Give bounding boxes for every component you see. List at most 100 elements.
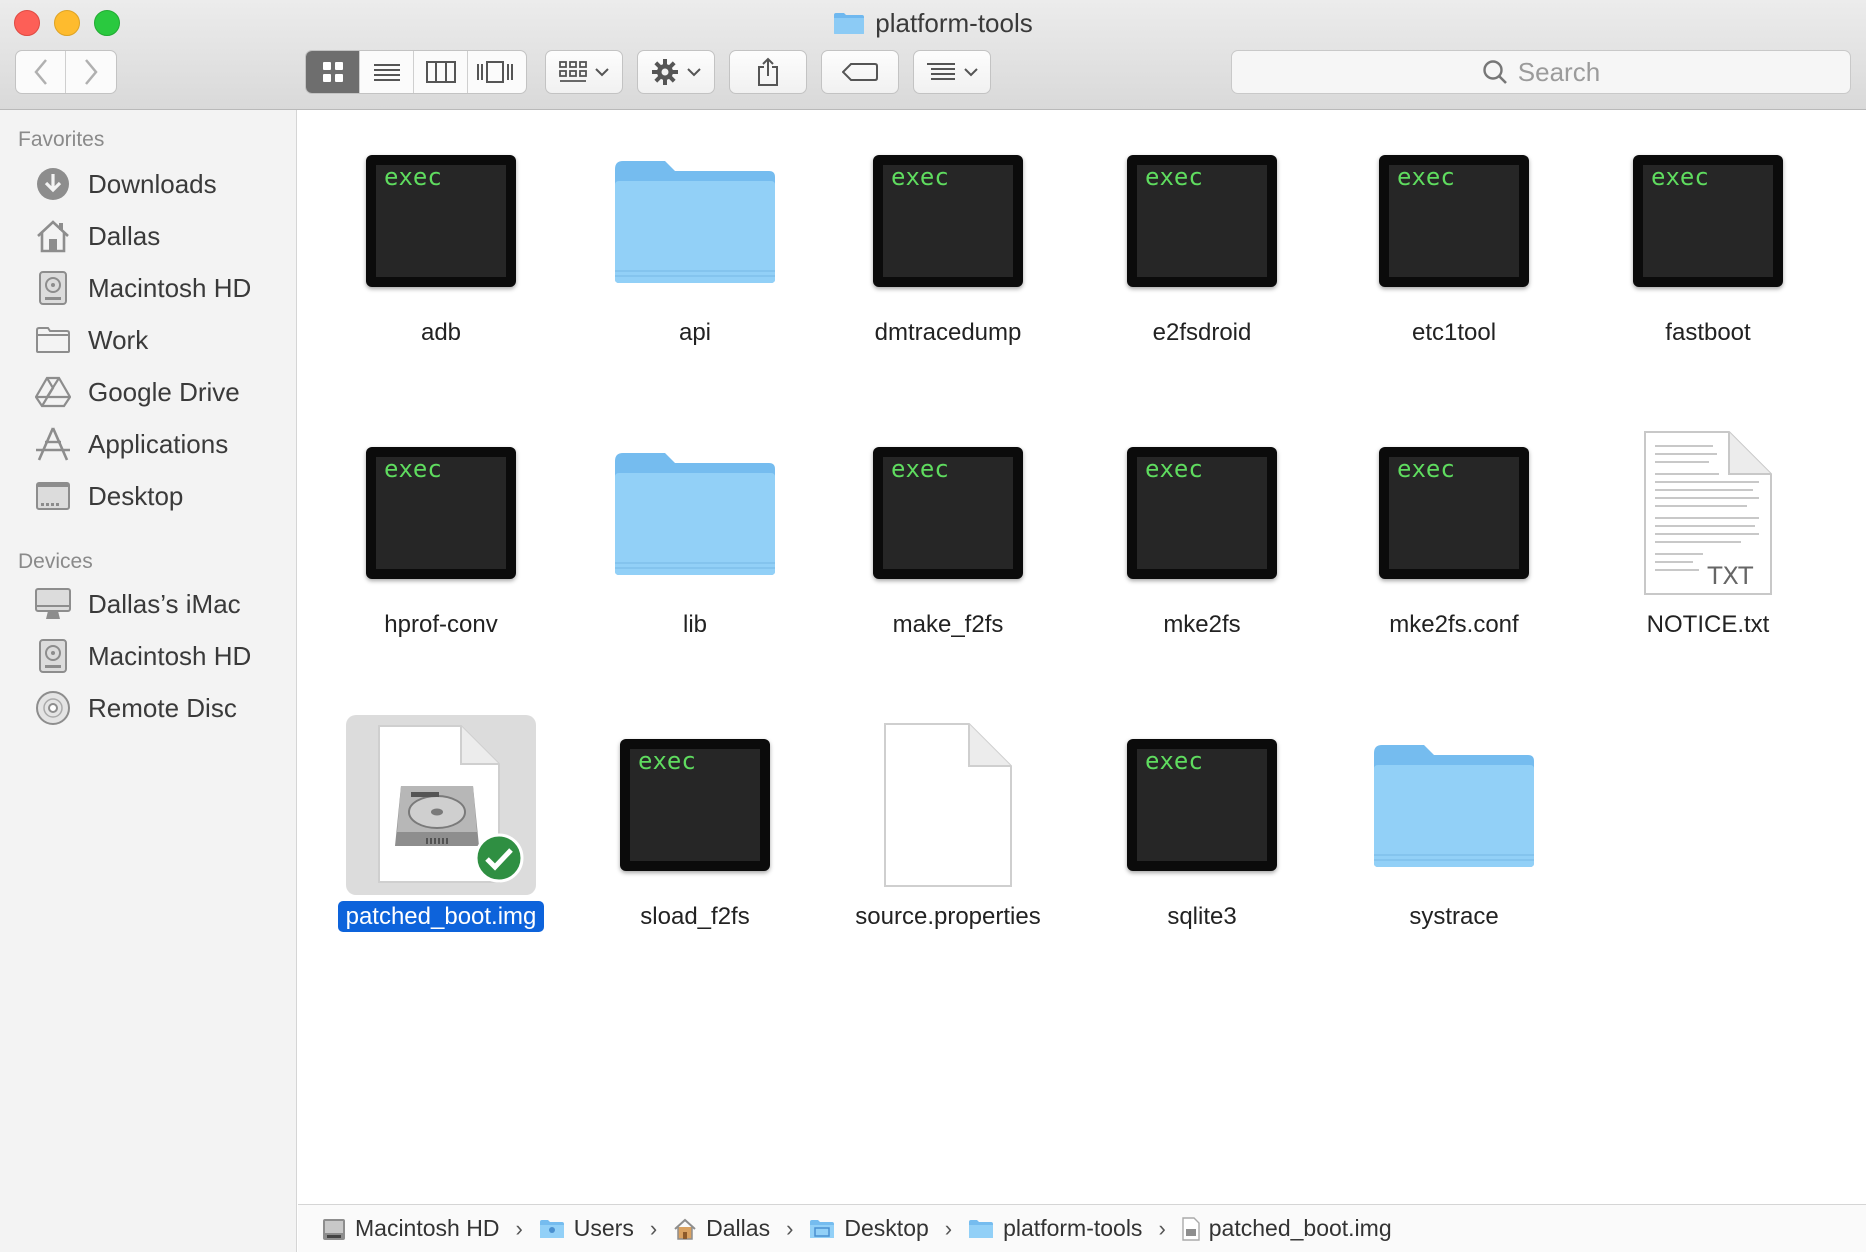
icon-view-button[interactable] <box>306 51 360 93</box>
path-separator-icon: › <box>786 1215 794 1241</box>
file-name: sqlite3 <box>1167 903 1237 930</box>
action-menu-button[interactable] <box>637 50 715 94</box>
file-item-notice-txt[interactable]: TXT NOTICE.txt <box>1585 403 1825 663</box>
file-item-sqlite3[interactable]: exec sqlite3 <box>1079 695 1319 955</box>
sidebar-item-applications[interactable]: Applications <box>34 424 228 464</box>
text-document-icon: TXT <box>1643 430 1773 596</box>
sidebar-item-label: Work <box>88 324 149 355</box>
file-item-lib[interactable]: lib <box>572 403 812 663</box>
file-item-dmtracedump[interactable]: exec dmtracedump <box>825 111 1065 371</box>
folder-icon <box>969 1219 994 1238</box>
back-button[interactable] <box>16 51 66 93</box>
executable-icon: exec <box>620 739 770 871</box>
file-item-api[interactable]: api <box>572 111 812 371</box>
file-name: hprof-conv <box>384 611 498 638</box>
path-item-users[interactable]: Users <box>539 1215 634 1242</box>
file-name: api <box>678 319 712 346</box>
path-item-macintosh-hd[interactable]: Macintosh HD <box>322 1215 499 1242</box>
sidebar-item-google-drive[interactable]: Google Drive <box>34 372 240 412</box>
window-title: platform-tools <box>0 6 1866 40</box>
sidebar-item-downloads[interactable]: Downloads <box>34 164 217 204</box>
path-item-platform-tools[interactable]: platform-tools <box>968 1215 1142 1242</box>
checkmark-badge-icon <box>474 833 524 883</box>
tags-button[interactable] <box>821 50 899 94</box>
path-item-label: Desktop <box>844 1215 929 1241</box>
share-icon <box>758 57 778 86</box>
executable-icon: exec <box>1127 155 1277 287</box>
path-item-label: Users <box>573 1215 634 1241</box>
folder-icon <box>1374 745 1534 867</box>
folder-icon <box>810 1219 835 1238</box>
file-name: mke2fs <box>1163 611 1241 638</box>
file-item-adb[interactable]: exec adb <box>318 111 558 371</box>
chevron-down-icon <box>687 68 701 77</box>
hard-drive-icon <box>39 271 67 305</box>
group-grid-icon <box>559 61 587 82</box>
search-icon <box>1483 60 1507 84</box>
gear-icon <box>652 59 678 85</box>
file-name: etc1tool <box>1411 319 1497 346</box>
sidebar-item-dallas-imac[interactable]: Dallas’s iMac <box>34 584 241 624</box>
sidebar-item-work[interactable]: Work <box>34 320 148 360</box>
file-item-patched-boot-img[interactable]: patched_boot.img <box>318 695 558 955</box>
file-item-sload-f2fs[interactable]: exec sload_f2fs <box>572 695 812 955</box>
sidebar-item-desktop[interactable]: Desktop <box>34 476 183 516</box>
gallery-view-button[interactable] <box>468 51 522 93</box>
list-view-button[interactable] <box>360 51 414 93</box>
share-button[interactable] <box>729 50 807 94</box>
file-name: NOTICE.txt <box>1646 611 1770 638</box>
file-name: source.properties <box>855 903 1041 930</box>
applications-icon <box>36 427 70 461</box>
folder-icon <box>615 453 775 575</box>
file-name: sload_f2fs <box>640 903 750 930</box>
file-item-fastboot[interactable]: exec fastboot <box>1585 111 1825 371</box>
file-name: mke2fs.conf <box>1389 611 1519 638</box>
file-name: systrace <box>1409 903 1499 930</box>
disc-icon <box>36 691 70 725</box>
sidebar-item-label: Dallas <box>88 220 161 251</box>
file-name: fastboot <box>1665 319 1751 346</box>
file-item-source-properties[interactable]: source.properties <box>825 695 1065 955</box>
sidebar-item-label: Remote Disc <box>88 692 237 723</box>
sidebar-item-remote-disc[interactable]: Remote Disc <box>34 688 237 728</box>
sidebar: Favorites Downloads Dallas Macintosh HD … <box>0 110 297 1252</box>
search-placeholder: Search <box>1517 56 1601 87</box>
file-item-etc1tool[interactable]: exec etc1tool <box>1331 111 1571 371</box>
column-view-button[interactable] <box>414 51 468 93</box>
executable-icon: exec <box>1633 155 1783 287</box>
forward-button[interactable] <box>66 51 116 93</box>
desktop-icon <box>36 482 70 510</box>
chevron-left-icon <box>33 59 47 85</box>
hard-drive-icon <box>39 639 67 673</box>
sidebar-item-macintosh-hd-device[interactable]: Macintosh HD <box>34 636 251 676</box>
path-item-patched-boot-img[interactable]: patched_boot.img <box>1182 1215 1392 1242</box>
columns-icon <box>425 61 456 83</box>
file-type-label: TXT <box>1705 562 1755 590</box>
window-title-text: platform-tools <box>875 7 1033 38</box>
file-name: adb <box>420 319 462 346</box>
file-item-hprof-conv[interactable]: exec hprof-conv <box>318 403 558 663</box>
chevron-down-icon <box>964 68 978 77</box>
path-item-dallas[interactable]: Dallas <box>673 1215 770 1242</box>
chevron-down-icon <box>595 68 609 77</box>
gallery-icon <box>477 61 513 83</box>
file-name: e2fsdroid <box>1152 319 1252 346</box>
path-item-label: platform-tools <box>1003 1215 1143 1241</box>
group-by-button[interactable] <box>545 50 623 94</box>
chevron-right-icon <box>85 59 98 85</box>
sidebar-item-label: Desktop <box>88 480 184 511</box>
downloads-icon <box>37 168 69 200</box>
file-item-mke2fs[interactable]: exec mke2fs <box>1079 403 1319 663</box>
sidebar-item-macintosh-hd[interactable]: Macintosh HD <box>34 268 251 308</box>
path-item-label: patched_boot.img <box>1208 1215 1392 1241</box>
imac-icon <box>35 588 71 619</box>
file-item-e2fsdroid[interactable]: exec e2fsdroid <box>1079 111 1319 371</box>
search-field[interactable]: Search <box>1231 50 1851 94</box>
sidebar-item-dallas[interactable]: Dallas <box>34 216 160 256</box>
path-item-desktop[interactable]: Desktop <box>809 1215 929 1242</box>
file-item-make-f2fs[interactable]: exec make_f2fs <box>825 403 1065 663</box>
file-item-systrace[interactable]: systrace <box>1331 695 1571 955</box>
file-item-mke2fs-conf[interactable]: exec mke2fs.conf <box>1331 403 1571 663</box>
arrange-button[interactable] <box>913 50 991 94</box>
sidebar-item-label: Downloads <box>88 168 217 199</box>
